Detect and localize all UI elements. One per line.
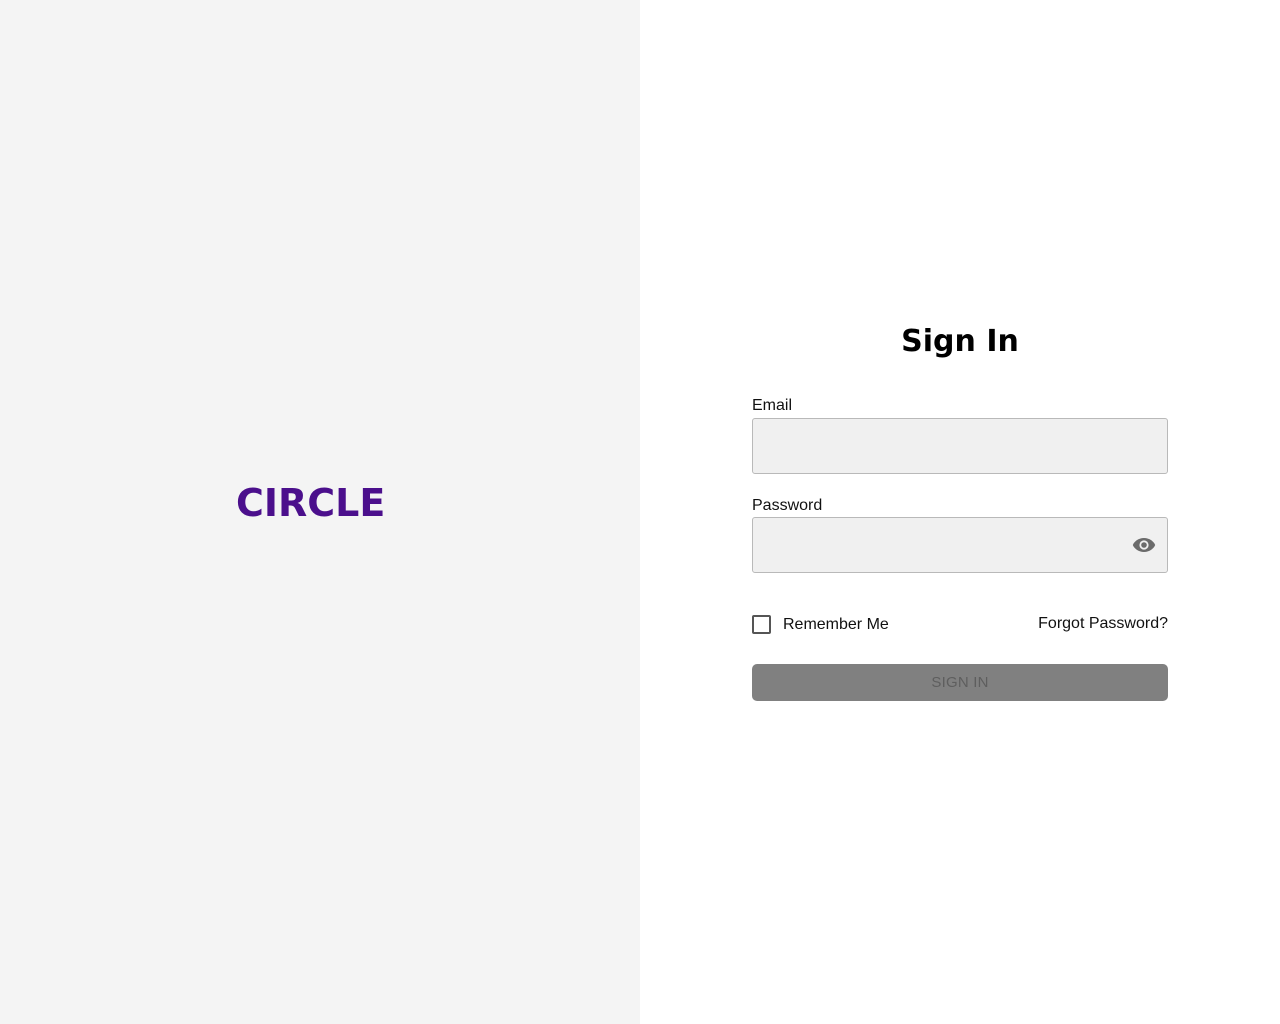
remember-me-label: Remember Me <box>783 616 889 633</box>
email-field[interactable] <box>752 418 1168 474</box>
remember-me-option[interactable]: Remember Me <box>752 613 889 635</box>
sign-in-form-panel: Sign In Email Password Remember Me Forgo… <box>640 0 1280 1024</box>
circle-logo: CIRCLE <box>236 481 386 525</box>
password-field[interactable] <box>752 517 1168 573</box>
page-title: Sign In <box>901 324 1019 359</box>
forgot-password-link[interactable]: Forgot Password? <box>1038 614 1168 634</box>
email-label: Email <box>752 397 793 414</box>
sign-in-button[interactable]: SIGN IN <box>752 664 1168 701</box>
sign-in-page: CIRCLE Sign In Email Password Remember M… <box>0 0 1280 1024</box>
remember-me-checkbox[interactable] <box>752 614 771 634</box>
toggle-password-visibility-button[interactable] <box>1130 532 1158 558</box>
brand-panel: CIRCLE <box>0 0 640 1024</box>
eye-icon <box>1132 538 1156 552</box>
password-label: Password <box>752 497 823 514</box>
